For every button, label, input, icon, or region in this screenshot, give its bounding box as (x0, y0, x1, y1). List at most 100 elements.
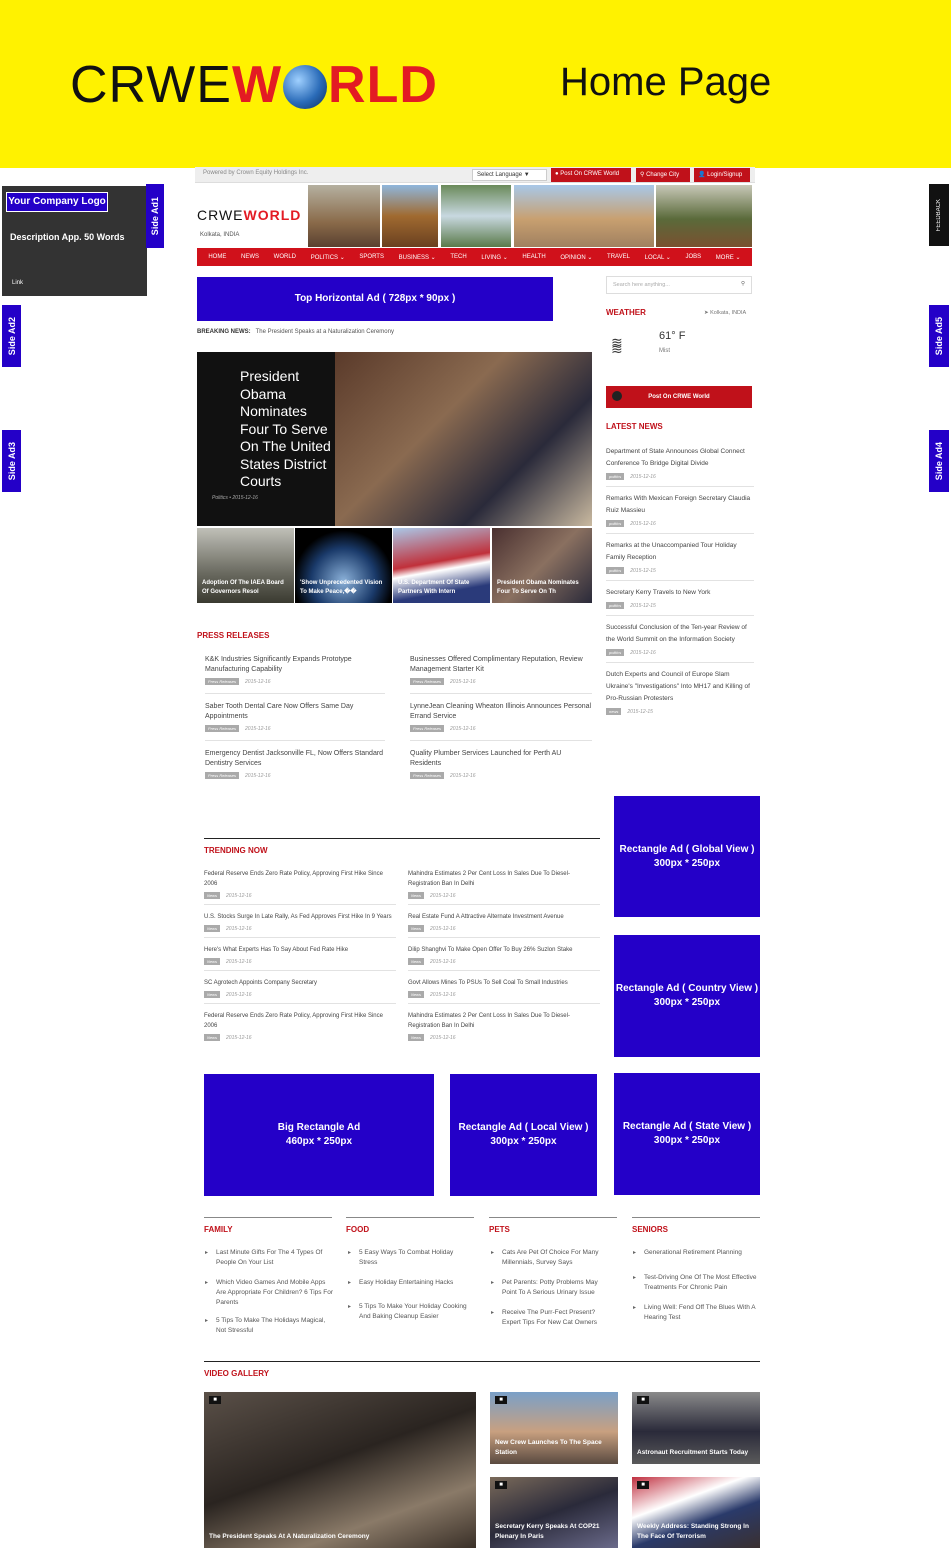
pets-list: ▸ Cats Are Pet Of Choice For Many Millenn… (491, 1248, 614, 1338)
search-input[interactable]: Search here anything... ⚲ (606, 276, 752, 294)
rectangle-ad-country[interactable]: Rectangle Ad ( Country View ) 300px * 250… (614, 935, 760, 1057)
chevron-right-icon: ▸ (348, 1304, 352, 1310)
trending-column-left: Federal Reserve Ends Zero Rate Policy, A… (204, 869, 396, 1041)
video-item[interactable]: ■ New Crew Launches To The Space Station (490, 1392, 618, 1464)
site-logo[interactable]: CRWEWORLD (197, 207, 301, 223)
list-item[interactable]: Remarks With Mexican Foreign Secretary C… (606, 493, 754, 534)
press-releases-heading: PRESS RELEASES (197, 631, 270, 640)
nav-world[interactable]: WORLD (274, 254, 296, 260)
divider (632, 1217, 760, 1218)
list-item[interactable]: ▸ Cats Are Pet Of Choice For Many Millenn… (491, 1248, 614, 1268)
list-item[interactable]: ▸ Receive The Purr-Fect Present? Expert T… (491, 1308, 614, 1328)
nav-travel[interactable]: TRAVEL (607, 254, 630, 260)
company-link[interactable]: Link (12, 280, 23, 286)
side-ad-2[interactable]: Side Ad2 (2, 305, 21, 367)
list-item[interactable]: Mahindra Estimates 2 Per Cent Loss In Sa… (408, 869, 600, 905)
list-item[interactable]: U.S. Stocks Surge In Late Rally, As Fed … (204, 912, 396, 938)
hero-title[interactable]: President Obama Nominates Four To Serve … (240, 368, 335, 491)
list-item[interactable]: Businesses Offered Complimentary Reputat… (410, 655, 592, 694)
breaking-news[interactable]: BREAKING NEWS: The President Speaks at a… (197, 329, 394, 335)
nav-news[interactable]: NEWS (241, 254, 259, 260)
hero-image[interactable] (335, 352, 592, 526)
list-item[interactable]: K&K Industries Significantly Expands Pro… (205, 655, 385, 694)
list-item[interactable]: ▸ Living Well: Fend Off The Blues With A … (633, 1303, 758, 1323)
list-item[interactable]: ▸ Last Minute Gifts For The 4 Types Of Pe… (205, 1248, 334, 1268)
thumb-story[interactable]: 'Show Unprecedented Vision To Make Peace… (295, 528, 392, 603)
nav-health[interactable]: HEALTH (522, 254, 545, 260)
list-item[interactable]: ▸ Which Video Games And Mobile Apps Are A… (205, 1278, 334, 1308)
list-item[interactable]: Emergency Dentist Jacksonville FL, Now O… (205, 749, 385, 779)
divider (204, 1361, 760, 1362)
family-list: ▸ Last Minute Gifts For The 4 Types Of Pe… (205, 1248, 334, 1346)
thumb-story[interactable]: President Obama Nominates Four To Serve … (492, 528, 592, 603)
side-ad-1[interactable]: Side Ad1 (146, 184, 164, 248)
nav-local[interactable]: LOCAL ⌄ (645, 254, 671, 261)
list-item[interactable]: Saber Tooth Dental Care Now Offers Same … (205, 702, 385, 741)
thumb-story[interactable]: Adoption Of The IAEA Board Of Governors … (197, 528, 294, 603)
list-item[interactable]: ▸ Pet Parents: Potty Problems May Point T… (491, 1278, 614, 1298)
search-icon[interactable]: ⚲ (741, 281, 745, 287)
nav-more[interactable]: MORE ⌄ (716, 254, 741, 261)
nav-home[interactable]: HOME (208, 254, 226, 260)
header-photo-waterfall (441, 185, 511, 247)
nav-jobs[interactable]: JOBS (685, 254, 701, 260)
video-item[interactable]: ■ Weekly Address: Standing Strong In The… (632, 1477, 760, 1548)
nav-tech[interactable]: TECH (450, 254, 466, 260)
video-item[interactable]: ■ Secretary Kerry Speaks At COP21 Plenar… (490, 1477, 618, 1548)
nav-sports[interactable]: SPORTS (359, 254, 384, 260)
side-ad-3[interactable]: Side Ad3 (2, 430, 21, 492)
list-item[interactable]: ▸ Easy Holiday Entertaining Hacks (348, 1278, 471, 1288)
rectangle-ad-state[interactable]: Rectangle Ad ( State View ) 300px * 250px (614, 1073, 760, 1195)
list-item[interactable]: Federal Reserve Ends Zero Rate Policy, A… (204, 1011, 396, 1041)
video-main[interactable]: ■ The President Speaks At A Naturalizati… (204, 1392, 476, 1548)
post-on-crwe-sidebar-button[interactable]: Post On CRWE World (606, 386, 752, 408)
side-ad-4[interactable]: Side Ad4 (929, 430, 949, 492)
rectangle-ad-local[interactable]: Rectangle Ad ( Local View ) 300px * 250px (450, 1074, 597, 1196)
list-item[interactable]: Remarks at the Unaccompanied Tour Holida… (606, 540, 754, 581)
list-item[interactable]: ▸ 5 Easy Ways To Combat Holiday Stress (348, 1248, 471, 1268)
list-item[interactable]: Dilip Shanghvi To Make Open Offer To Buy… (408, 945, 600, 971)
nav-politics[interactable]: POLITICS ⌄ (311, 254, 345, 261)
company-logo[interactable]: Your Company Logo (6, 192, 108, 212)
location-arrow-icon: ➤ (704, 310, 709, 316)
side-ad-5[interactable]: Side Ad5 (929, 305, 949, 367)
list-item[interactable]: Real Estate Fund A Attractive Alternate … (408, 912, 600, 938)
seniors-heading: SENIORS (632, 1225, 669, 1234)
list-item[interactable]: Dutch Experts and Council of Europe Slam… (606, 669, 754, 715)
list-item[interactable]: ▸ Test-Driving One Of The Most Effective … (633, 1273, 758, 1293)
list-item[interactable]: Department of State Announces Global Con… (606, 446, 754, 487)
list-item[interactable]: LynneJean Cleaning Wheaton Illinois Anno… (410, 702, 592, 741)
crweworld-brand-logo: CRWE W RLD (70, 56, 438, 114)
list-item[interactable]: Successful Conclusion of the Ten-year Re… (606, 622, 754, 663)
divider (489, 1217, 617, 1218)
video-camera-icon: ■ (209, 1396, 221, 1404)
video-item[interactable]: ■ Astronaut Recruitment Starts Today (632, 1392, 760, 1464)
list-item[interactable]: ▸ Generational Retirement Planning (633, 1248, 758, 1258)
login-signup-button[interactable]: 👤 Login/Signup (694, 168, 750, 182)
nav-business[interactable]: BUSINESS ⌄ (399, 254, 436, 261)
language-select[interactable]: Select Language ▼ (472, 169, 547, 181)
list-item[interactable]: ▸ 5 Tips To Make The Holidays Magical, No… (205, 1316, 334, 1336)
pets-heading: PETS (489, 1225, 510, 1234)
rectangle-ad-global[interactable]: Rectangle Ad ( Global View ) 300px * 250p… (614, 796, 760, 917)
list-item[interactable]: Here's What Experts Has To Say About Fed… (204, 945, 396, 971)
feedback-tab[interactable]: FEEDBACK (929, 184, 949, 246)
weather-location[interactable]: ➤ Kolkata, INDIA (704, 310, 746, 316)
list-item[interactable]: Govt Allows Mines To PSUs To Sell Coal T… (408, 978, 600, 1004)
list-item[interactable]: Quality Plumber Services Launched for Pe… (410, 749, 592, 779)
header-photo-fort (656, 185, 752, 247)
list-item[interactable]: Mahindra Estimates 2 Per Cent Loss In Sa… (408, 1011, 600, 1041)
top-horizontal-ad[interactable]: Top Horizontal Ad ( 728px * 90px ) (197, 277, 553, 321)
list-item[interactable]: Federal Reserve Ends Zero Rate Policy, A… (204, 869, 396, 905)
nav-living[interactable]: LIVING ⌄ (481, 254, 507, 261)
post-on-crwe-button[interactable]: ● Post On CRWE World (551, 168, 631, 182)
list-item[interactable]: Secretary Kerry Travels to New York polit… (606, 587, 754, 616)
big-rectangle-ad[interactable]: Big Rectangle Ad 460px * 250px (204, 1074, 434, 1196)
list-item[interactable]: ▸ 5 Tips To Make Your Holiday Cooking And… (348, 1302, 471, 1322)
header-photo-gate (514, 185, 654, 247)
change-city-button[interactable]: ⚲ Change City (636, 168, 690, 182)
thumb-story[interactable]: U.S. Department Of State Partners With I… (393, 528, 490, 603)
list-item[interactable]: SC Agrotech Appoints Company Secretary Ne… (204, 978, 396, 1004)
nav-opinion[interactable]: OPINION ⌄ (560, 254, 592, 261)
site-location: Kolkata, INDIA (200, 232, 240, 238)
